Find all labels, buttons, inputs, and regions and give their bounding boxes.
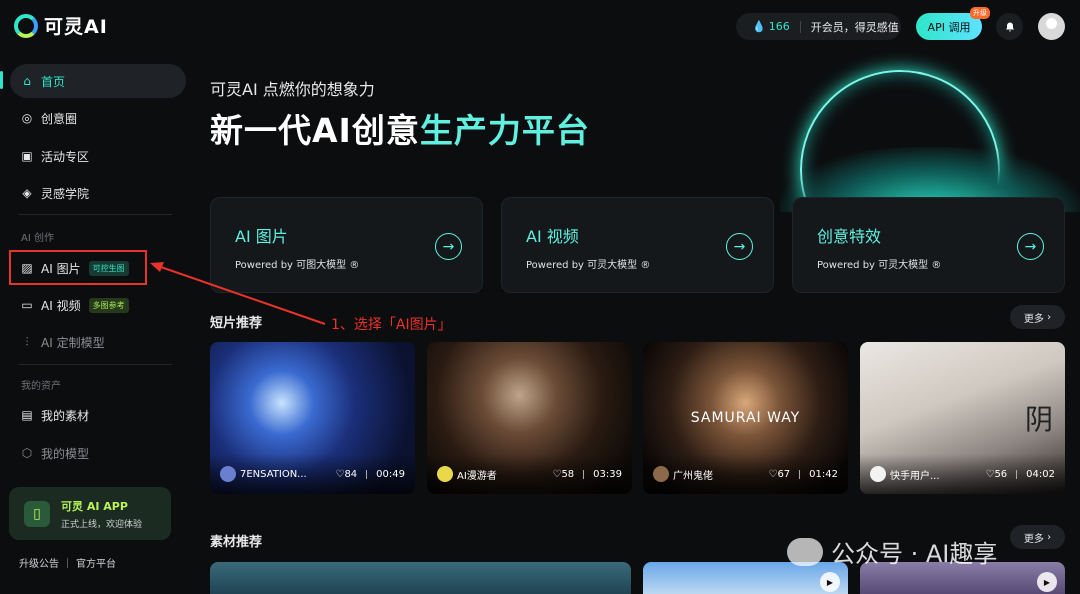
card-likes: 84 [344, 468, 358, 480]
annotation-text: 1、选择「AI图片」 [331, 317, 452, 333]
card-duration: 00:49 [376, 468, 405, 480]
card-username: 快手用户... [890, 470, 940, 482]
avatar [653, 466, 669, 482]
wechat-icon [787, 537, 823, 566]
card-overlay-text: SAMURAI WAY [690, 410, 801, 426]
more-label: 更多 [1023, 313, 1044, 325]
heart-icon[interactable]: ♡ [335, 469, 344, 480]
divider [366, 469, 368, 479]
card-meta: 快手用户... ♡ 56 04:02 [870, 466, 1055, 482]
divider [583, 469, 585, 479]
card-username: AI漫游者 [457, 470, 497, 482]
heart-icon[interactable]: ♡ [985, 469, 994, 480]
card-username: 7ENSATION... [240, 468, 307, 480]
watermark-text: 公众号 · AI趣享 [831, 540, 998, 568]
avatar [437, 466, 453, 482]
card-username: 广州鬼佬 [673, 470, 713, 482]
play-icon[interactable]: ▶ [820, 572, 840, 592]
shorts-section-title: 短片推荐 [210, 316, 263, 331]
card-duration: 03:39 [593, 468, 622, 480]
watermark: 公众号 · AI趣享 [787, 534, 997, 569]
divider [1016, 469, 1018, 479]
divider [799, 469, 801, 479]
video-card[interactable]: AI漫游者 ♡ 58 03:39 [427, 342, 632, 494]
shorts-more-button[interactable]: 更多 › [1010, 305, 1065, 329]
materials-section-title: 素材推荐 [210, 535, 263, 550]
avatar [220, 466, 236, 482]
video-card[interactable]: 阴 快手用户... ♡ 56 04:02 [860, 342, 1065, 494]
card-meta: AI漫游者 ♡ 58 03:39 [437, 466, 622, 482]
materials-more-button[interactable]: 更多 › [1010, 525, 1065, 549]
video-card[interactable]: SAMURAI WAY 广州鬼佬 ♡ 67 01:42 [643, 342, 848, 494]
heart-icon[interactable]: ♡ [552, 469, 561, 480]
card-duration: 01:42 [809, 468, 838, 480]
annotation-arrow [150, 262, 326, 325]
card-overlay-text: 阴 [1024, 403, 1053, 436]
card-meta: 广州鬼佬 ♡ 67 01:42 [653, 466, 838, 482]
card-duration: 04:02 [1026, 468, 1055, 480]
play-icon[interactable]: ▶ [1037, 572, 1057, 592]
avatar [870, 466, 886, 482]
card-likes: 56 [994, 468, 1008, 480]
card-likes: 67 [777, 468, 791, 480]
more-label: 更多 [1023, 533, 1044, 545]
card-meta: 7ENSATION... ♡ 84 00:49 [220, 466, 405, 482]
video-card[interactable]: 7ENSATION... ♡ 84 00:49 [210, 342, 415, 494]
material-card[interactable] [210, 562, 631, 594]
card-likes: 58 [561, 468, 575, 480]
heart-icon[interactable]: ♡ [768, 469, 777, 480]
